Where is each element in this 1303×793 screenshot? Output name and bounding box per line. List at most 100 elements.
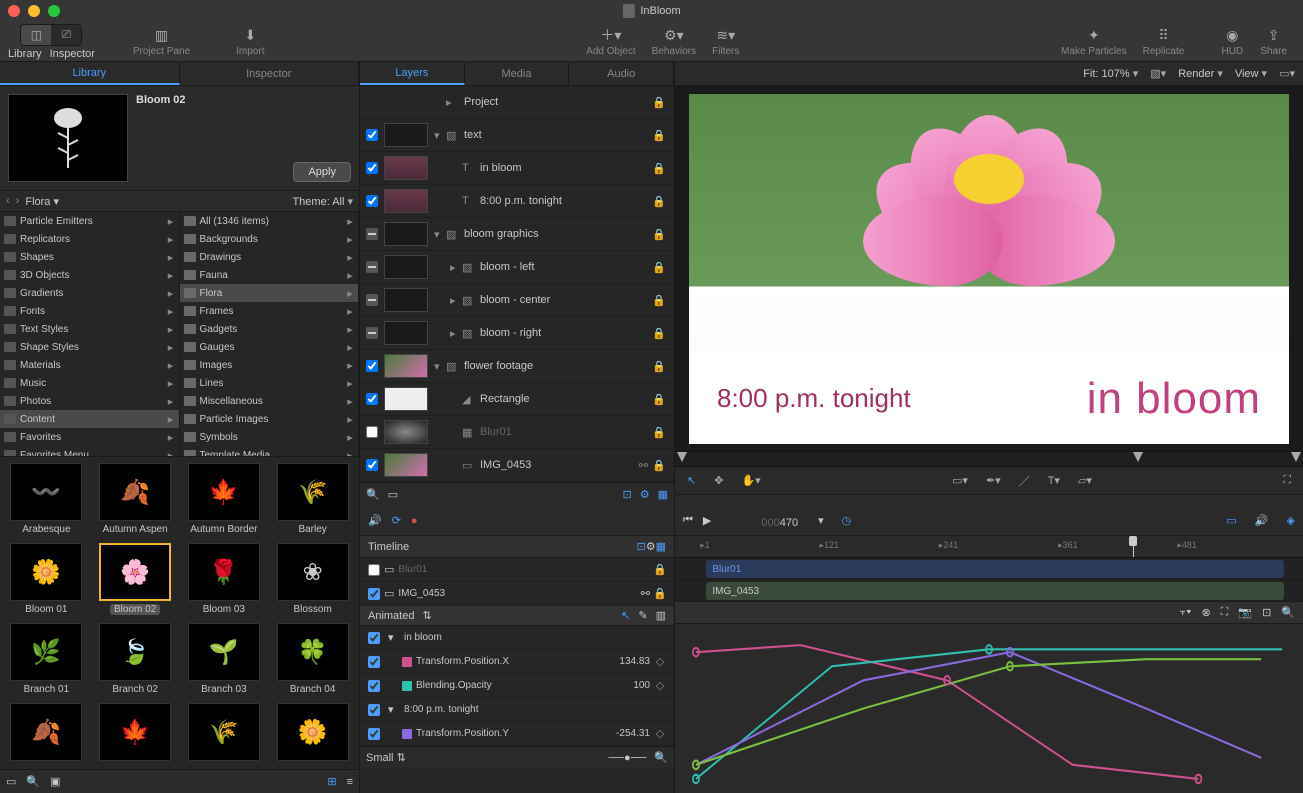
layer-name[interactable]: Project — [460, 96, 652, 108]
layer-name[interactable]: text — [460, 129, 652, 141]
lock-icon[interactable]: 🔒 — [652, 360, 670, 373]
clip-lane[interactable]: Blur01 — [675, 558, 1303, 580]
layer-row[interactable]: ▾▧text🔒 — [360, 119, 674, 152]
layer-name[interactable]: bloom - center — [476, 294, 652, 306]
text-tool-icon[interactable]: T▾ — [1044, 472, 1064, 489]
layer-visible-mixed[interactable] — [366, 261, 378, 273]
category-row[interactable]: Lines▸ — [180, 374, 359, 392]
thumbnail[interactable]: 🍂 — [6, 703, 87, 764]
lock-icon[interactable]: 🔒 — [652, 228, 670, 241]
param-row[interactable]: Blending.Opacity100◇ — [360, 674, 674, 698]
layer-visible-checkbox[interactable] — [366, 426, 378, 438]
layer-row[interactable]: ▸▧bloom - right🔒 — [360, 317, 674, 350]
timecode[interactable]: 000470 — [761, 510, 798, 531]
curve-opt-icon[interactable]: ⊡ — [1262, 606, 1271, 619]
layer-visible-checkbox[interactable] — [366, 360, 378, 372]
category-row[interactable]: Photos▸ — [0, 392, 179, 410]
layer-visible-checkbox[interactable] — [366, 393, 378, 405]
category-row[interactable]: Text Styles▸ — [0, 320, 179, 338]
zoom-window-icon[interactable] — [48, 5, 60, 17]
colorspace-popup[interactable]: ▧▾ — [1150, 67, 1166, 80]
category-row[interactable]: Replicators▸ — [0, 230, 179, 248]
disclosure-icon[interactable]: ▸ — [450, 294, 462, 307]
curve-editor[interactable] — [675, 624, 1303, 793]
out-point-icon[interactable] — [1291, 452, 1301, 462]
row-checkbox[interactable] — [368, 588, 380, 600]
layer-name[interactable]: IMG_0453 — [476, 459, 639, 471]
thumbnail[interactable]: 🍂Autumn Aspen — [95, 463, 176, 535]
layer-row[interactable]: ▭IMG_0453⚯🔒 — [360, 449, 674, 482]
keyframe-icon[interactable]: ◇ — [650, 655, 670, 668]
lock-icon[interactable]: 🔒 — [650, 563, 670, 576]
thumbnail[interactable]: 🍁 — [95, 703, 176, 764]
layer-search-icon[interactable]: 🔍 — [366, 488, 380, 501]
share-button[interactable]: ⇪ Share — [1252, 24, 1295, 59]
category-row[interactable]: Miscellaneous▸ — [180, 392, 359, 410]
lock-icon[interactable]: 🔒 — [652, 459, 670, 472]
category-row[interactable]: Drawings▸ — [180, 248, 359, 266]
category-column-2[interactable]: All (1346 items)▸Backgrounds▸Drawings▸Fa… — [180, 212, 360, 456]
bookmark-icon[interactable]: ▣ — [50, 775, 60, 788]
layer-name[interactable]: Blur01 — [476, 426, 652, 438]
snapshot-icon[interactable]: 📷 — [1238, 606, 1252, 619]
pen-tool-icon[interactable]: ✒▾ — [982, 472, 1005, 489]
tab-media[interactable]: Media — [465, 62, 570, 85]
snap-icon[interactable]: ⫟▾ — [1179, 606, 1191, 619]
tl-opt3-icon[interactable]: ▦ — [656, 540, 666, 553]
disclosure-icon[interactable]: ▾ — [434, 360, 446, 373]
brush-tool-icon[interactable]: ／ — [1015, 471, 1034, 491]
show-keyframes-icon[interactable]: ◈ — [1287, 514, 1295, 527]
param-value[interactable]: 134.83 — [590, 656, 650, 667]
show-video-icon[interactable]: ▭ — [1226, 514, 1236, 527]
layer-visible-checkbox[interactable] — [366, 129, 378, 141]
thumbnail[interactable]: 🌼 — [272, 703, 353, 764]
layer-name[interactable]: flower footage — [460, 360, 652, 372]
thumbnail[interactable]: 🍁Autumn Border — [184, 463, 265, 535]
timeline-row[interactable]: ▭ Blur01🔒 — [360, 558, 674, 582]
timecode-popup-icon[interactable]: ▾ — [818, 514, 824, 527]
zoom-slider[interactable]: ──●── — [608, 752, 646, 764]
category-row[interactable]: Backgrounds▸ — [180, 230, 359, 248]
layer-visible-mixed[interactable] — [366, 228, 378, 240]
row-checkbox[interactable] — [368, 564, 380, 576]
param-row[interactable]: ▾8:00 p.m. tonight — [360, 698, 674, 722]
param-checkbox[interactable] — [368, 632, 380, 644]
tl-opt2-icon[interactable]: ⚙ — [646, 540, 656, 553]
new-folder-icon[interactable]: ▭ — [6, 775, 16, 788]
animated-header[interactable]: Animated ⇅ ↖ ✎ ▥ — [360, 606, 674, 626]
lock-icon[interactable]: 🔒 — [652, 162, 670, 175]
arrow-tool-small-icon[interactable]: ↖ — [621, 609, 630, 622]
close-window-icon[interactable] — [8, 5, 20, 17]
record-icon[interactable]: ● — [411, 515, 418, 527]
lock-icon[interactable]: 🔒 — [652, 96, 670, 109]
layer-visible-checkbox[interactable] — [366, 162, 378, 174]
thumbnail[interactable]: 🍀Branch 04 — [272, 623, 353, 695]
minimize-window-icon[interactable] — [28, 5, 40, 17]
layer-row[interactable]: ▾▧flower footage🔒 — [360, 350, 674, 383]
layer-row[interactable]: ▾▧bloom graphics🔒 — [360, 218, 674, 251]
disclosure-icon[interactable]: ▾ — [388, 703, 400, 716]
search-icon[interactable]: 🔍 — [26, 775, 40, 788]
category-row[interactable]: Shapes▸ — [0, 248, 179, 266]
category-row[interactable]: Fonts▸ — [0, 302, 179, 320]
category-row[interactable]: Music▸ — [0, 374, 179, 392]
timeline-ruler[interactable]: ▸1▸121▸241▸361▸481 — [675, 536, 1303, 558]
zoom-fit-icon[interactable]: 🔍 — [654, 751, 668, 764]
theme-popup[interactable]: Theme: All ▾ — [292, 195, 353, 208]
keyframe-icon[interactable]: ◇ — [650, 727, 670, 740]
timeline-clip[interactable]: IMG_0453 — [706, 582, 1284, 600]
filters-button[interactable]: ≋▾ Filters — [704, 24, 747, 59]
grid-view-icon[interactable]: ⊞ — [327, 775, 336, 788]
category-row[interactable]: Images▸ — [180, 356, 359, 374]
3d-transform-icon[interactable]: ✥ — [710, 472, 727, 489]
tl-opt1-icon[interactable]: ⊡ — [637, 540, 646, 553]
tab-audio[interactable]: Audio — [569, 62, 674, 85]
mask-tool-icon[interactable]: ▱▾ — [1074, 472, 1096, 489]
lock-icon[interactable]: 🔒 — [652, 129, 670, 142]
param-value[interactable]: -254.31 — [590, 728, 650, 739]
layer-visible-checkbox[interactable] — [366, 459, 378, 471]
layer-visible-mixed[interactable] — [366, 327, 378, 339]
layer-row[interactable]: T8:00 p.m. tonight🔒 — [360, 185, 674, 218]
clear-icon[interactable]: ⊗ — [1201, 606, 1210, 619]
import-button[interactable]: ⬇ Import — [228, 24, 272, 59]
